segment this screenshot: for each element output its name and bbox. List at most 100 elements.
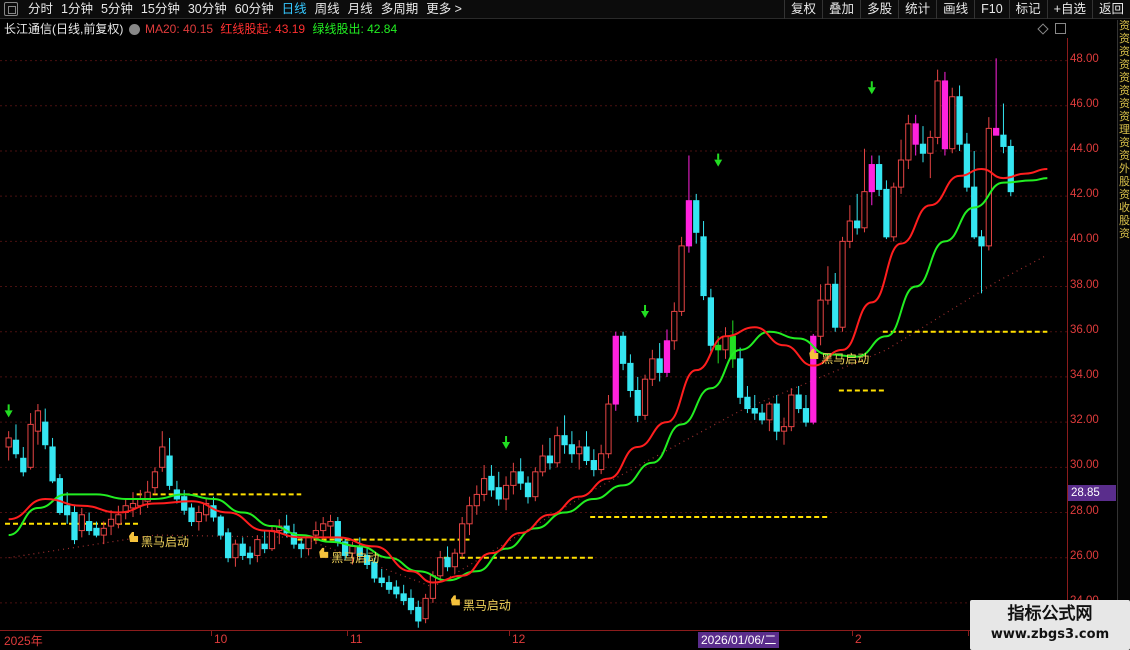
tick-44: 44.00 [1070,142,1099,155]
side-tab[interactable]: 资 [1118,137,1130,150]
back-button[interactable]: 返回 [1091,0,1130,19]
overlay-button[interactable]: 叠加 [822,0,860,19]
side-tab[interactable]: 资 [1118,150,1130,163]
tab-1min[interactable]: 1分钟 [57,1,97,18]
candle-body [773,403,780,432]
side-tab[interactable]: 资 [1118,59,1130,72]
adjust-button[interactable]: 复权 [784,0,822,19]
candle-body [795,394,802,410]
side-tab[interactable]: 资 [1118,98,1130,111]
candle-body [824,283,832,301]
candle-body [451,552,458,568]
candle-body [20,457,27,473]
candle-body [546,455,554,464]
tab-weekly[interactable]: 周线 [311,1,344,18]
candle-body [715,344,722,351]
side-tab[interactable]: 外 [1118,163,1130,176]
date-label-feb: 2 [855,632,862,646]
candle-body [298,543,305,550]
candle-body [780,426,788,432]
tab-fenshi[interactable]: 分时 [24,1,57,18]
candle-body [437,557,444,577]
candle-body [12,439,20,455]
candle-body [488,475,495,491]
candle-body [495,487,502,500]
candle-body [671,310,678,342]
candle-body [166,455,173,486]
side-tab[interactable]: 资 [1118,189,1130,202]
tab-5min[interactable]: 5分钟 [97,1,137,18]
diamond-icon[interactable] [1037,23,1049,35]
side-tab[interactable]: 资 [1118,228,1130,241]
tab-monthly[interactable]: 月线 [344,1,377,18]
candle-body [261,543,268,550]
tab-15min[interactable]: 15分钟 [137,1,184,18]
candle-body [1007,145,1014,193]
indicator-values: MA20: 40.15 红线股起: 43.19 绿线股出: 42.84 [145,20,397,38]
tick-38: 38.00 [1070,278,1099,291]
candle-body [129,502,137,509]
side-tab[interactable]: 收 [1118,202,1130,215]
candle-body [758,412,766,421]
tick-30: 30.00 [1070,459,1099,472]
tab-60min[interactable]: 60分钟 [231,1,278,18]
tick-36: 36.00 [1070,323,1099,336]
candle-body [510,471,517,486]
date-tick [211,631,212,636]
candle-body [239,543,246,556]
candle-body [378,577,385,584]
candle-body [466,505,473,525]
candle-body [583,446,590,462]
settings-icon[interactable] [129,24,140,35]
side-tab[interactable]: 资 [1118,111,1130,124]
side-tab[interactable]: 资 [1118,72,1130,85]
candle-body [78,514,85,532]
multi-stock-button[interactable]: 多股 [860,0,898,19]
tab-daily[interactable]: 日线 [278,1,311,18]
dark-horse-label: 黑马启动 [463,598,511,612]
candle-body [985,127,992,247]
candle-body [766,403,773,421]
candle-body [327,521,334,527]
candle-body [949,96,956,150]
candle-body [875,164,883,190]
side-tab[interactable]: 资 [1118,33,1130,46]
candle-body [788,394,795,428]
candle-body [993,127,1000,136]
side-tab[interactable]: 理 [1118,124,1130,137]
right-toolbar: 复权 叠加 多股 统计 画线 F10 标记 +自选 返回 [784,0,1130,19]
price-chart[interactable]: 黑马启动 黑马启动 黑马启动 黑马启动 [0,38,1067,630]
window-icon[interactable] [4,2,18,16]
add-watchlist-button[interactable]: +自选 [1046,0,1092,19]
candle-body [217,516,224,536]
side-tab[interactable]: 股 [1118,176,1130,189]
candle-body [934,80,941,138]
draw-line-button[interactable]: 画线 [936,0,974,19]
candle-body [100,527,107,536]
side-tab[interactable]: 资 [1118,20,1130,33]
tab-more[interactable]: 更多 > [422,1,466,18]
candlestick-chart[interactable]: 黑马启动黑马启动黑马启动黑马启动 [0,38,1067,630]
candle-body [641,378,649,416]
date-axis: 2025年 10 11 12 2026/01/06/二 2 3 [0,630,1117,650]
candle-body [232,543,239,559]
tick-32: 32.00 [1070,414,1099,427]
candle-body [480,478,488,495]
window-toggle-icon[interactable] [1055,23,1066,34]
tick-48: 48.00 [1070,52,1099,65]
candle-body [883,188,890,238]
tab-30min[interactable]: 30分钟 [184,1,231,18]
mark-button[interactable]: 标记 [1008,0,1047,19]
statistics-button[interactable]: 统计 [898,0,936,19]
side-tab[interactable]: 资 [1118,46,1130,59]
tab-multi-period[interactable]: 多周期 [377,1,423,18]
f10-button[interactable]: F10 [974,0,1009,19]
candle-body [224,532,232,559]
candle-body [707,297,715,346]
candle-body [722,335,729,351]
candle-body [832,283,839,328]
candle-body [459,523,466,554]
side-tab[interactable]: 股 [1118,215,1130,228]
side-tab[interactable]: 资 [1118,85,1130,98]
candle-body [159,446,166,468]
